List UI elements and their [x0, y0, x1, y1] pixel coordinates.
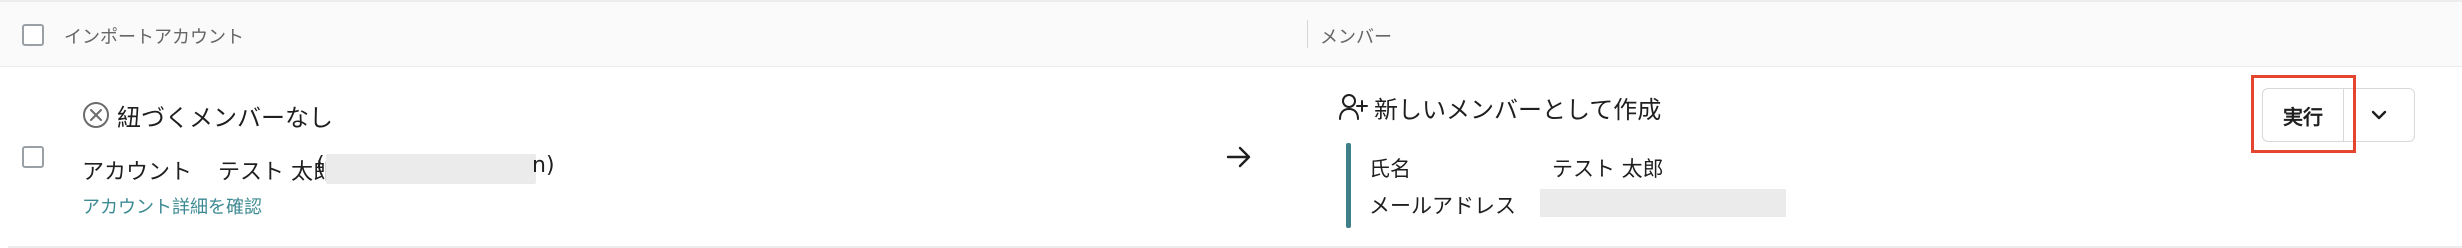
column-divider — [1307, 20, 1308, 48]
status-no-linked-member: 紐づくメンバーなし — [117, 104, 333, 132]
row-checkbox[interactable] — [22, 146, 44, 168]
account-label: アカウント — [82, 160, 193, 185]
column-header-import-account: インポートアカウント — [64, 27, 244, 48]
masked-email-value — [1540, 189, 1786, 217]
paren-open: ( — [316, 153, 325, 178]
name-value: テスト 太郎 — [1552, 157, 1664, 181]
account-detail-link[interactable]: アカウント詳細を確認 — [82, 193, 262, 219]
user-plus-icon — [1339, 94, 1368, 120]
name-label: 氏名 — [1369, 157, 1411, 181]
run-button-highlight — [2251, 75, 2356, 153]
table-header — [0, 2, 2462, 67]
column-header-member: メンバー — [1320, 27, 1392, 48]
arrow-right-icon — [1226, 146, 1251, 168]
x-circle-icon — [83, 102, 109, 128]
masked-email — [326, 154, 536, 184]
field-accent-bar — [1346, 143, 1351, 228]
email-tail: n) — [532, 153, 555, 178]
select-all-checkbox[interactable] — [22, 24, 44, 46]
email-label: メールアドレス — [1369, 194, 1516, 218]
chevron-down-icon — [2371, 110, 2387, 120]
create-new-member-label: 新しいメンバーとして作成 — [1374, 96, 1662, 124]
